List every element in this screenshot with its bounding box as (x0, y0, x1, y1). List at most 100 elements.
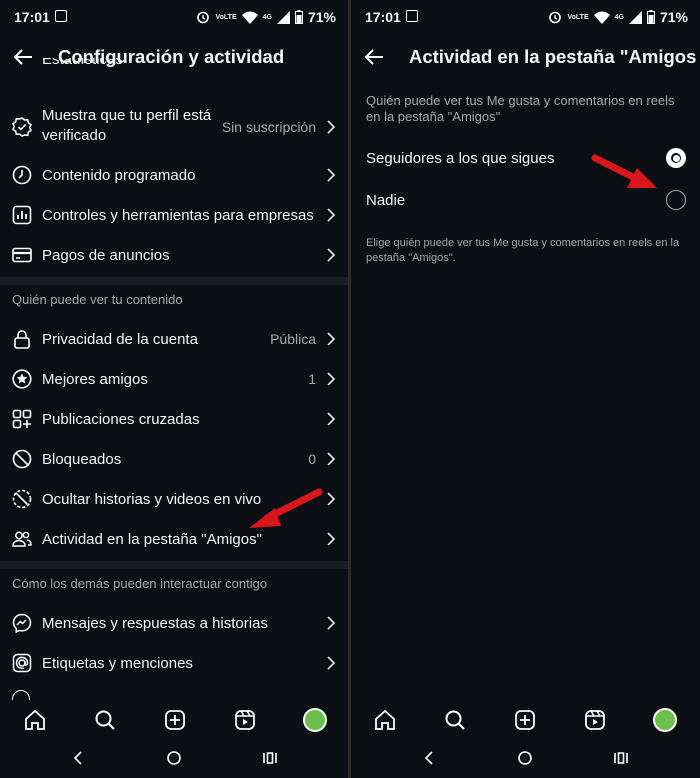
list-item-label: Ocultar historias y videos en vivo (42, 490, 262, 508)
chevron-right-icon (327, 532, 336, 546)
chevron-right-icon (327, 616, 336, 630)
profile-avatar[interactable] (653, 708, 677, 732)
section-divider (0, 561, 348, 569)
system-home-icon[interactable] (166, 750, 182, 766)
reels-icon[interactable] (584, 709, 606, 731)
radio-selected[interactable] (666, 148, 686, 168)
battery-icon (646, 10, 655, 24)
notification-icon (55, 10, 67, 22)
system-home-icon[interactable] (517, 750, 533, 766)
system-back-icon[interactable] (423, 750, 435, 766)
clock-icon (12, 165, 32, 185)
messenger-icon (12, 613, 32, 633)
search-icon[interactable] (444, 709, 466, 731)
create-post-icon[interactable] (514, 709, 536, 731)
system-back-icon[interactable] (72, 750, 84, 766)
battery-icon (294, 10, 303, 24)
option-label: Nadie (366, 191, 406, 209)
bar-chart-icon (12, 205, 32, 225)
list-item-label: Actividad en la pestaña "Amigos" (42, 530, 262, 548)
section-divider (0, 277, 348, 285)
option-label: Seguidores a los que sigues (366, 149, 555, 167)
list-item-value: 0 (308, 451, 316, 467)
signal-icon (276, 10, 290, 24)
list-item-value: Sin suscripción (221, 119, 316, 135)
status-bar: 17:01 VoLTE 4G 71% (0, 0, 348, 34)
system-recents-icon[interactable] (262, 750, 278, 766)
list-item-scheduled-content[interactable]: Contenido programado (0, 155, 348, 195)
chevron-right-icon (327, 656, 336, 670)
list-item-label: Mejores amigos (42, 370, 148, 388)
chevron-right-icon (327, 412, 336, 426)
list-item-tags-mentions[interactable]: Etiquetas y menciones (0, 643, 348, 683)
list-item-blocked[interactable]: Bloqueados 0 (0, 439, 348, 479)
status-time: 17:01 (14, 9, 50, 25)
list-item-verified-profile[interactable]: Muestra que tu perfil está verificado Si… (0, 104, 348, 150)
volte-indicator: VoLTE (215, 13, 237, 21)
reels-icon[interactable] (234, 709, 256, 731)
system-nav-bar (0, 740, 348, 778)
search-icon[interactable] (94, 709, 116, 731)
alarm-icon (197, 11, 210, 24)
verified-badge-icon (12, 117, 32, 137)
list-item-label: Mensajes y respuestas a historias (42, 614, 268, 632)
chevron-right-icon (327, 208, 336, 222)
list-item-label: Controles y herramientas para empresas (42, 206, 314, 224)
back-arrow-icon[interactable] (363, 46, 385, 68)
grid-icon (12, 409, 32, 429)
bottom-tab-bar (351, 700, 700, 740)
home-icon[interactable] (24, 709, 46, 731)
chevron-right-icon (327, 248, 336, 262)
friends-activity-header: Actividad en la pestaña "Amigos (351, 34, 700, 80)
list-item-label-line2: verificado (42, 127, 107, 144)
list-item-label: Publicaciones cruzadas (42, 410, 200, 428)
network-type: 4G (262, 13, 272, 21)
section-header-interactions: Cómo los demás pueden interactuar contig… (12, 576, 268, 591)
radio-unselected[interactable] (666, 190, 686, 210)
settings-screen: 17:01 VoLTE 4G 71% Configuración y activ… (0, 0, 348, 778)
volte-indicator: VoLTE (567, 13, 589, 21)
list-item-ad-payments[interactable]: Pagos de anuncios (0, 235, 348, 275)
list-item-crossposting[interactable]: Publicaciones cruzadas (0, 399, 348, 439)
system-recents-icon[interactable] (613, 750, 629, 766)
chevron-right-icon (327, 372, 336, 386)
chevron-right-icon (327, 332, 336, 346)
status-time: 17:01 (365, 9, 401, 25)
chevron-right-icon (327, 452, 336, 466)
status-icons: VoLTE 4G 71% (548, 9, 688, 25)
home-icon[interactable] (374, 709, 396, 731)
star-icon (12, 369, 32, 389)
list-item-stats-cut[interactable]: Estadísticas (0, 58, 348, 80)
status-bar: 17:01 VoLTE 4G 71% (351, 0, 700, 34)
battery-level: 71% (659, 9, 688, 25)
credit-card-icon (12, 247, 32, 263)
setting-footnote: Elige quién puede ver tus Me gusta y com… (366, 237, 680, 264)
list-item-account-privacy[interactable]: Privacidad de la cuenta Pública (0, 319, 348, 359)
notification-icon (406, 10, 418, 22)
chevron-right-icon (327, 120, 336, 134)
list-item-messages[interactable]: Mensajes y respuestas a historias (0, 603, 348, 643)
list-item-label: Muestra que tu perfil está (42, 107, 212, 124)
list-item-value: Pública (270, 331, 316, 347)
section-header-visibility: Quién puede ver tu contenido (12, 292, 183, 307)
bottom-tab-bar (0, 700, 348, 740)
list-item-label: Estadísticas (42, 58, 123, 68)
people-icon (12, 531, 32, 547)
profile-avatar[interactable] (303, 708, 327, 732)
list-item-label: Contenido programado (42, 166, 196, 184)
list-item-label: Privacidad de la cuenta (42, 330, 198, 348)
battery-level: 71% (307, 9, 336, 25)
list-item-business-tools[interactable]: Controles y herramientas para empresas (0, 195, 348, 235)
red-arrow-annotation (591, 154, 657, 188)
list-item-label: Bloqueados (42, 450, 122, 468)
page-title: Actividad en la pestaña "Amigos (409, 46, 697, 67)
visibility-question: Quién puede ver tus Me gusta y comentari… (366, 93, 675, 124)
at-icon (12, 653, 32, 673)
friends-tab-activity-screen: 17:01 VoLTE 4G 71% Actividad en la pesta… (351, 0, 700, 778)
network-type: 4G (614, 13, 624, 21)
list-item-close-friends[interactable]: Mejores amigos 1 (0, 359, 348, 399)
list-item-cut-bottom (12, 690, 32, 700)
system-nav-bar (351, 740, 700, 778)
chevron-right-icon (327, 492, 336, 506)
create-post-icon[interactable] (164, 709, 186, 731)
